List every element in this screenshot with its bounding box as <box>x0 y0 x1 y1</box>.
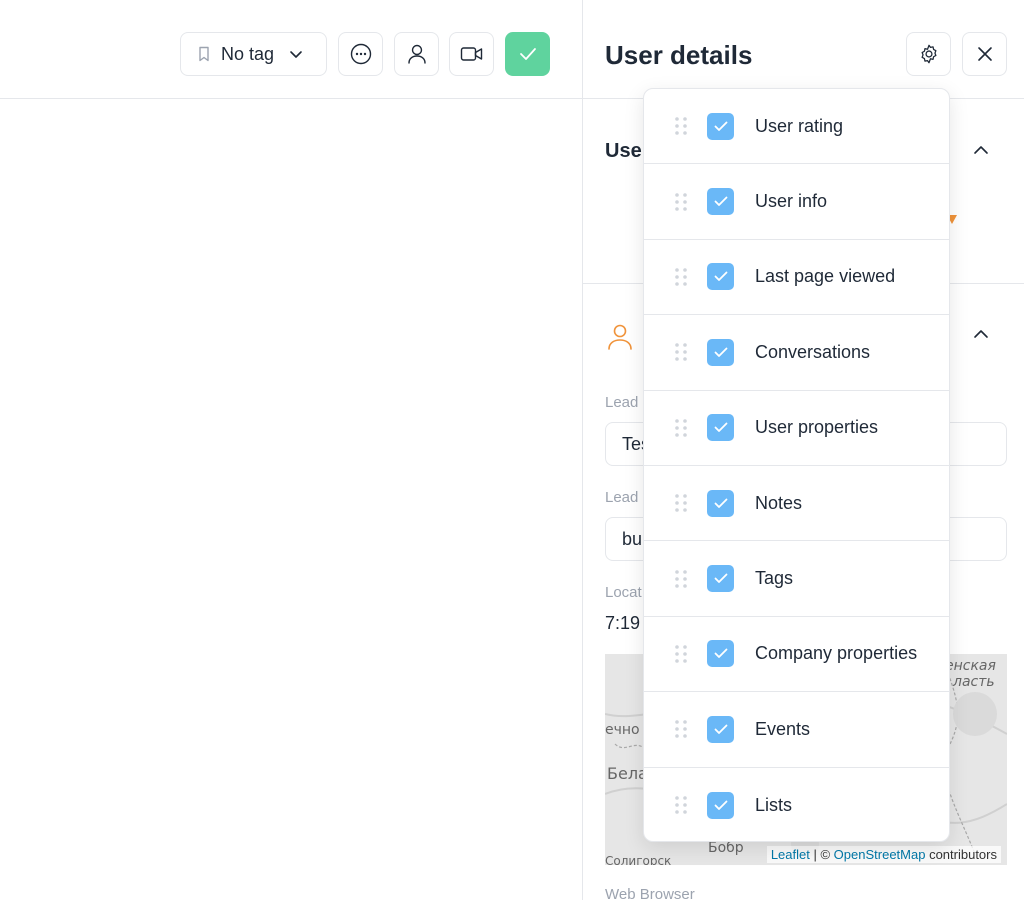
drag-handle-icon[interactable] <box>674 267 688 287</box>
section-toggle-item[interactable]: Notes <box>644 466 949 542</box>
section-toggle-label: Lists <box>755 794 793 815</box>
openstreetmap-link[interactable]: OpenStreetMap <box>834 847 926 862</box>
map-label: ечно <box>605 722 640 738</box>
check-icon <box>714 347 727 357</box>
section-toggle-item[interactable]: Company properties <box>644 617 949 693</box>
tag-dropdown-button[interactable]: No tag <box>180 32 327 76</box>
check-icon <box>714 498 727 508</box>
drag-handle-icon[interactable] <box>674 192 688 212</box>
resolve-button[interactable] <box>505 32 550 76</box>
lead-field-label: Lead <box>605 394 639 411</box>
map-label: Бобр <box>708 840 744 856</box>
section-checkbox[interactable] <box>707 263 734 291</box>
close-icon <box>976 45 994 63</box>
drag-handle-icon[interactable] <box>674 644 688 664</box>
check-icon <box>714 573 727 583</box>
more-dots-icon <box>350 43 372 65</box>
user-info-icon <box>607 322 633 355</box>
user-profile-button[interactable] <box>394 32 439 76</box>
video-camera-icon <box>460 45 484 63</box>
section-toggle-item[interactable]: Events <box>644 692 949 768</box>
section-toggle-label: User rating <box>755 115 844 136</box>
section-toggle-label: User properties <box>755 417 879 438</box>
section-toggle-item[interactable]: User properties <box>644 391 949 466</box>
map-label: енская <box>945 658 996 674</box>
section-toggle-label: Events <box>755 718 811 739</box>
video-call-button[interactable] <box>449 32 494 76</box>
lead-field-label: Lead <box>605 489 639 506</box>
map-label: Бела <box>607 764 648 783</box>
drag-handle-icon[interactable] <box>674 493 688 513</box>
section-toggle-label: Last page viewed <box>755 266 896 287</box>
section-checkbox[interactable] <box>707 565 734 593</box>
section-checkbox[interactable] <box>707 791 734 819</box>
section-checkbox[interactable] <box>707 640 734 668</box>
drag-handle-icon[interactable] <box>674 116 688 136</box>
conversation-header: No tag <box>0 0 582 99</box>
section-toggle-label: Conversations <box>755 341 871 362</box>
user-icon <box>407 43 427 65</box>
gear-icon <box>918 43 940 65</box>
drag-handle-icon[interactable] <box>674 342 688 362</box>
drag-handle-icon[interactable] <box>674 719 688 739</box>
panel-title: User details <box>605 40 753 70</box>
section-checkbox[interactable] <box>707 715 734 743</box>
check-icon <box>519 47 537 61</box>
section-toggle-item[interactable]: User info <box>644 164 949 240</box>
chevron-up-icon[interactable] <box>971 140 991 160</box>
section-toggle-label: Notes <box>755 492 803 513</box>
check-icon <box>714 422 727 433</box>
drag-handle-icon[interactable] <box>674 795 688 815</box>
sections-settings-dropdown: User rating User info Last page viewed Conv… <box>643 88 950 842</box>
local-time-label: Locat <box>605 584 642 601</box>
section-toggle-label: Tags <box>755 568 794 589</box>
map-label: ласть <box>953 674 995 690</box>
drag-handle-icon[interactable] <box>674 569 688 589</box>
check-icon <box>714 724 727 734</box>
drag-handle-icon[interactable] <box>674 418 688 438</box>
check-icon <box>714 196 727 206</box>
user-rating-section-title: Use <box>605 140 642 162</box>
panel-header: User details <box>583 0 1024 99</box>
check-icon <box>714 649 727 659</box>
check-icon <box>714 272 727 282</box>
close-panel-button[interactable] <box>962 32 1007 76</box>
more-options-button[interactable] <box>338 32 383 76</box>
section-checkbox[interactable] <box>707 338 734 366</box>
lead-email-value: bu <box>622 528 643 549</box>
leaflet-link[interactable]: Leaflet <box>771 847 810 862</box>
chevron-down-icon <box>288 46 304 62</box>
map-label: Солигорск <box>605 854 672 865</box>
check-icon <box>714 121 727 131</box>
attribution-tail: contributors <box>925 847 997 862</box>
section-toggle-item[interactable]: User rating <box>644 89 949 165</box>
section-toggle-item[interactable]: Conversations <box>644 315 949 391</box>
section-checkbox[interactable] <box>707 188 734 216</box>
section-checkbox[interactable] <box>707 489 734 517</box>
local-time-value: 7:19 <box>605 613 641 633</box>
web-browser-label: Web Browser <box>605 886 695 900</box>
map-attribution: Leaflet | © OpenStreetMap contributors <box>766 846 1001 863</box>
section-toggle-label: User info <box>755 191 828 212</box>
check-icon <box>714 800 727 810</box>
chevron-up-icon[interactable] <box>971 324 991 344</box>
section-checkbox[interactable] <box>707 414 734 442</box>
section-checkbox[interactable] <box>707 112 734 140</box>
section-toggle-item[interactable]: Tags <box>644 541 949 617</box>
bookmark-icon <box>197 46 211 62</box>
section-toggle-item[interactable]: Last page viewed <box>644 240 949 316</box>
tag-label: No tag <box>221 43 275 64</box>
attribution-separator: | © <box>809 847 834 862</box>
section-toggle-item[interactable]: Lists <box>644 768 949 841</box>
section-toggle-label: Company properties <box>755 643 918 664</box>
settings-button[interactable] <box>906 32 951 76</box>
